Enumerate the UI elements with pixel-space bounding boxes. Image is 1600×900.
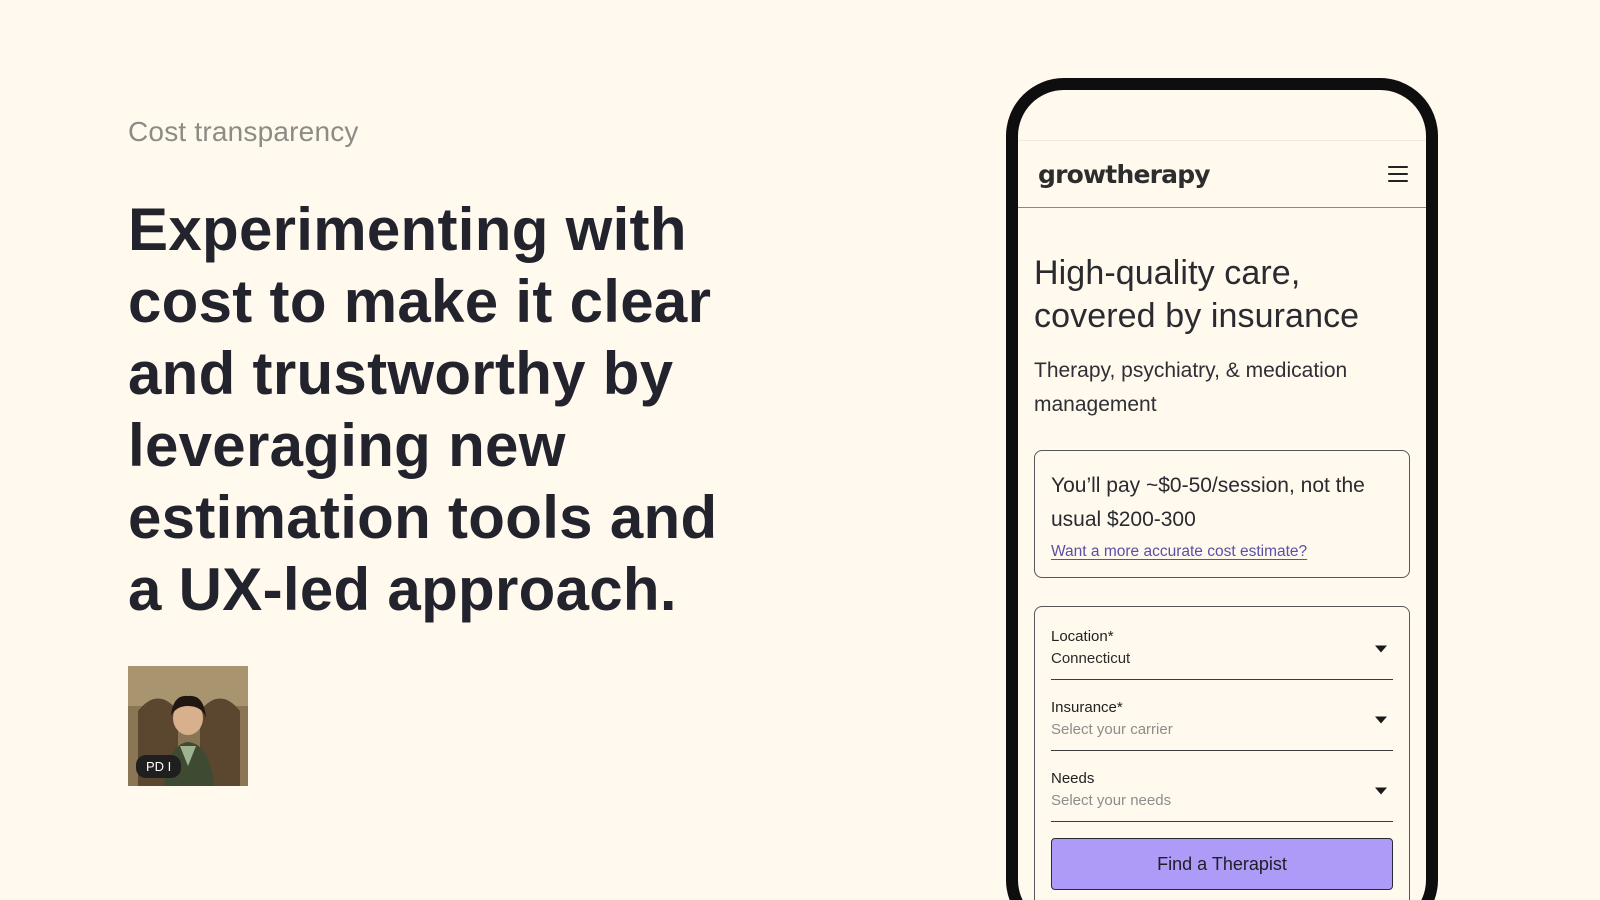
phone-mockup: growtherapy High-quality care, covered b… [1006, 78, 1438, 900]
status-bar-area [1018, 90, 1426, 141]
insurance-select[interactable]: Insurance* Select your carrier [1051, 690, 1393, 751]
brand-logo[interactable]: growtherapy [1038, 160, 1211, 189]
hero-title: High-quality care, covered by insurance [1034, 254, 1360, 335]
insurance-label: Insurance* [1051, 699, 1123, 716]
needs-select[interactable]: Needs Select your needs [1051, 761, 1393, 822]
page-headline: Experimenting with cost to make it clear… [128, 196, 718, 623]
phone-screen: growtherapy High-quality care, covered b… [1018, 90, 1426, 900]
menu-line [1388, 180, 1408, 182]
therapist-search-form: Location* Connecticut Insurance* Select … [1034, 606, 1410, 900]
menu-line [1388, 166, 1408, 168]
cost-estimate-text: You’ll pay ~$0-50/session, not the usual… [1051, 474, 1365, 531]
menu-line [1388, 173, 1408, 175]
app-header: growtherapy [1018, 141, 1426, 208]
cost-estimate-link[interactable]: Want a more accurate cost estimate? [1051, 543, 1307, 561]
caret-down-icon [1375, 645, 1387, 653]
hamburger-menu-icon[interactable] [1388, 166, 1408, 182]
needs-label: Needs [1051, 770, 1095, 787]
location-label: Location* [1051, 628, 1114, 645]
caret-down-icon [1375, 787, 1387, 795]
needs-placeholder: Select your needs [1051, 792, 1172, 809]
main-content: High-quality care, covered by insurance … [1018, 252, 1426, 900]
location-value: Connecticut [1051, 650, 1131, 667]
caret-down-icon [1375, 716, 1387, 724]
author-avatar: PD I [128, 666, 248, 786]
find-therapist-button[interactable]: Find a Therapist [1051, 838, 1393, 890]
section-eyebrow: Cost transparency [128, 116, 359, 147]
cost-estimate-card: You’ll pay ~$0-50/session, not the usual… [1034, 450, 1410, 578]
location-select[interactable]: Location* Connecticut [1051, 619, 1393, 680]
hero-subtitle: Therapy, psychiatry, & medication manage… [1034, 359, 1348, 416]
insurance-placeholder: Select your carrier [1051, 721, 1173, 738]
avatar-badge: PD I [136, 755, 182, 778]
